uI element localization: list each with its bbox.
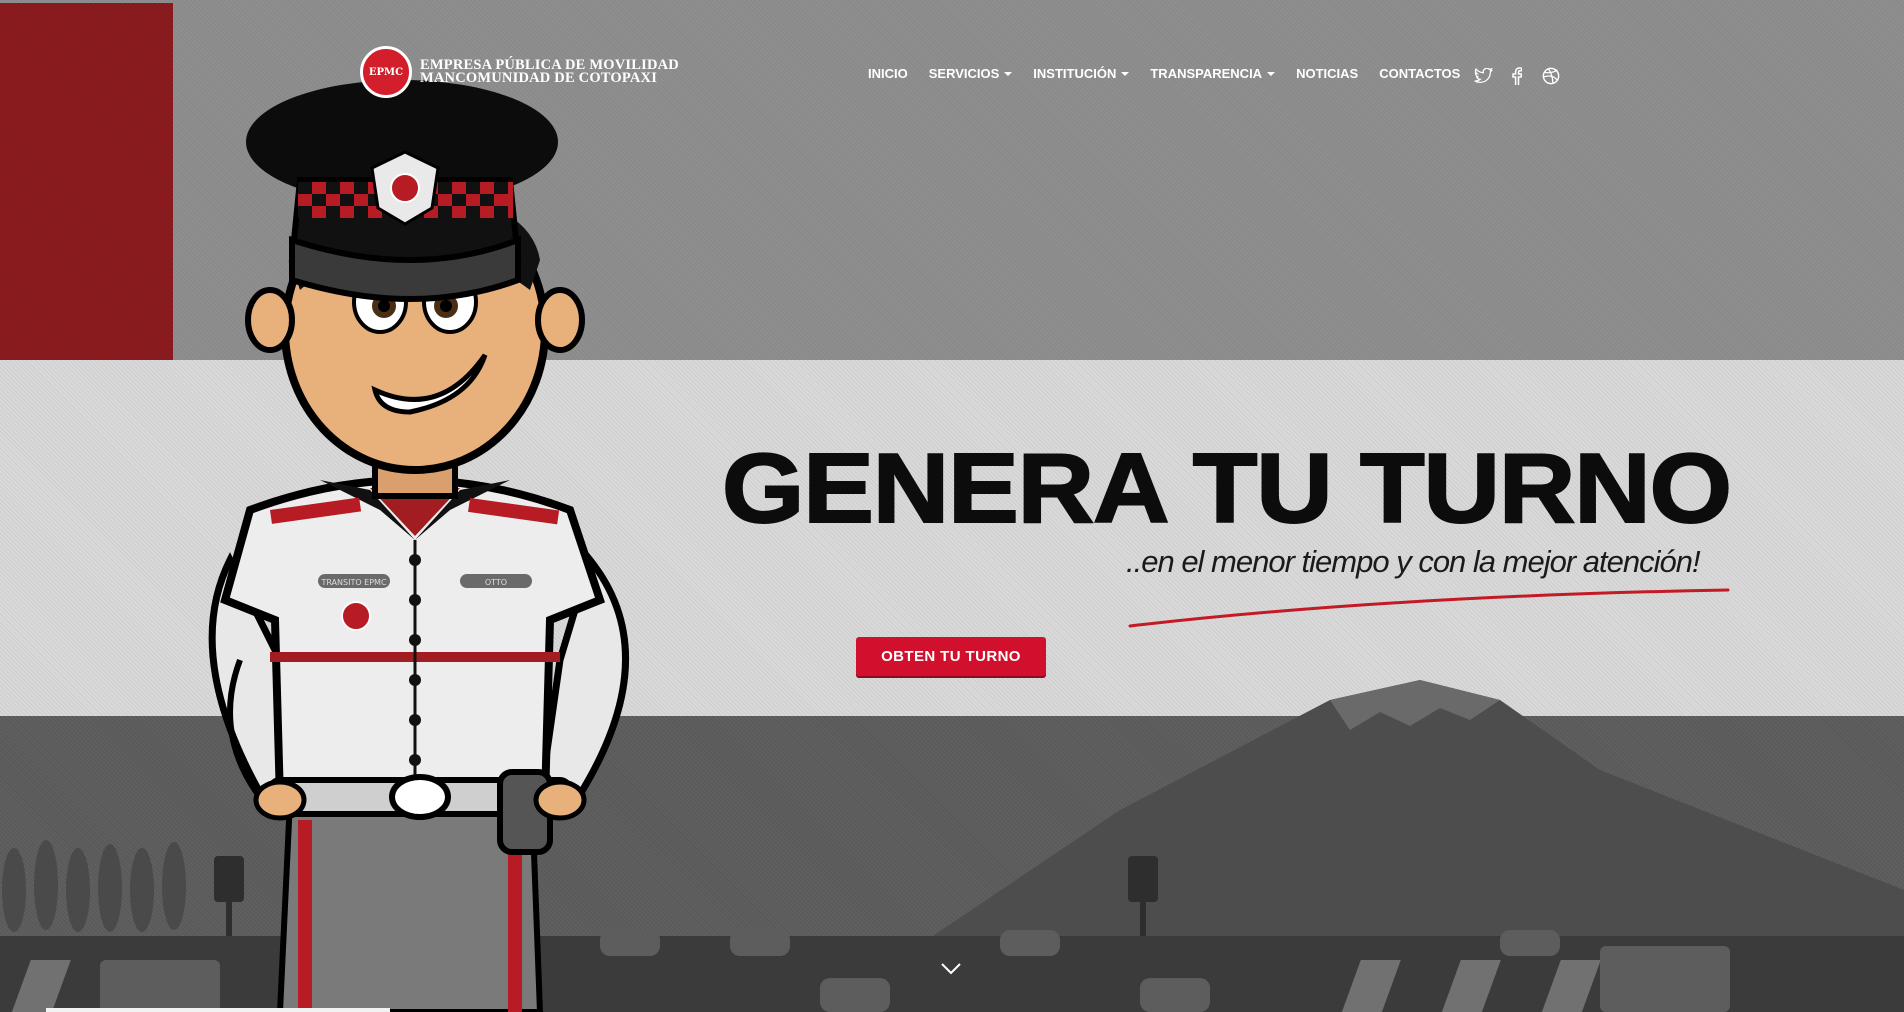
facebook-icon[interactable] xyxy=(1507,66,1527,86)
main-navigation: INICIO SERVICIOS INSTITUCIÓN TRANSPARENC… xyxy=(868,66,1460,81)
logo-line-2: MANCOMUNIDAD DE COTOPAXI xyxy=(420,70,658,86)
nav-item-contactos[interactable]: CONTACTOS xyxy=(1379,66,1460,81)
nav-label: SERVICIOS xyxy=(928,66,1000,81)
caret-down-icon xyxy=(1267,71,1276,76)
nav-label: TRANSPARENCIA xyxy=(1150,66,1263,81)
bottom-progress-strip xyxy=(46,1008,390,1012)
site-logo[interactable]: EPMC EMPRESA PÚBLICA DE MOVILIDAD MANCOM… xyxy=(360,46,679,98)
nav-item-inicio[interactable]: INICIO xyxy=(868,66,908,81)
get-turn-button[interactable]: OBTEN TU TURNO xyxy=(856,637,1046,676)
red-underline-swoosh xyxy=(1128,588,1730,628)
nav-label: INICIO xyxy=(868,66,908,81)
hero-subline: ..en el menor tiempo y con la mejor aten… xyxy=(1126,544,1701,579)
caret-down-icon xyxy=(1121,71,1130,76)
chevron-down-icon[interactable] xyxy=(940,962,962,976)
nav-item-noticias[interactable]: NOTICIAS xyxy=(1296,66,1358,81)
logo-badge: EPMC xyxy=(360,46,412,98)
nav-label: CONTACTOS xyxy=(1379,66,1461,81)
name-tag-left: TRANSITO EPMC xyxy=(320,578,387,587)
logo-text: EMPRESA PÚBLICA DE MOVILIDAD MANCOMUNIDA… xyxy=(420,58,679,86)
hero-headline: GENERA TU TURNO xyxy=(721,432,1733,544)
red-accent-block xyxy=(0,3,173,360)
nav-item-transparencia[interactable]: TRANSPARENCIA xyxy=(1150,66,1276,81)
name-tag-right: OTTO xyxy=(485,578,507,587)
caret-down-icon xyxy=(1004,71,1013,76)
nav-item-servicios[interactable]: SERVICIOS xyxy=(929,66,1013,81)
nav-item-institucion[interactable]: INSTITUCIÓN xyxy=(1033,66,1130,81)
social-links xyxy=(1473,66,1561,86)
traffic-officer-mascot: TRANSITO EPMC OTTO xyxy=(208,80,630,1012)
twitter-icon[interactable] xyxy=(1473,66,1493,86)
dribbble-icon[interactable] xyxy=(1541,66,1561,86)
nav-label: NOTICIAS xyxy=(1296,66,1359,81)
nav-label: INSTITUCIÓN xyxy=(1033,66,1117,81)
